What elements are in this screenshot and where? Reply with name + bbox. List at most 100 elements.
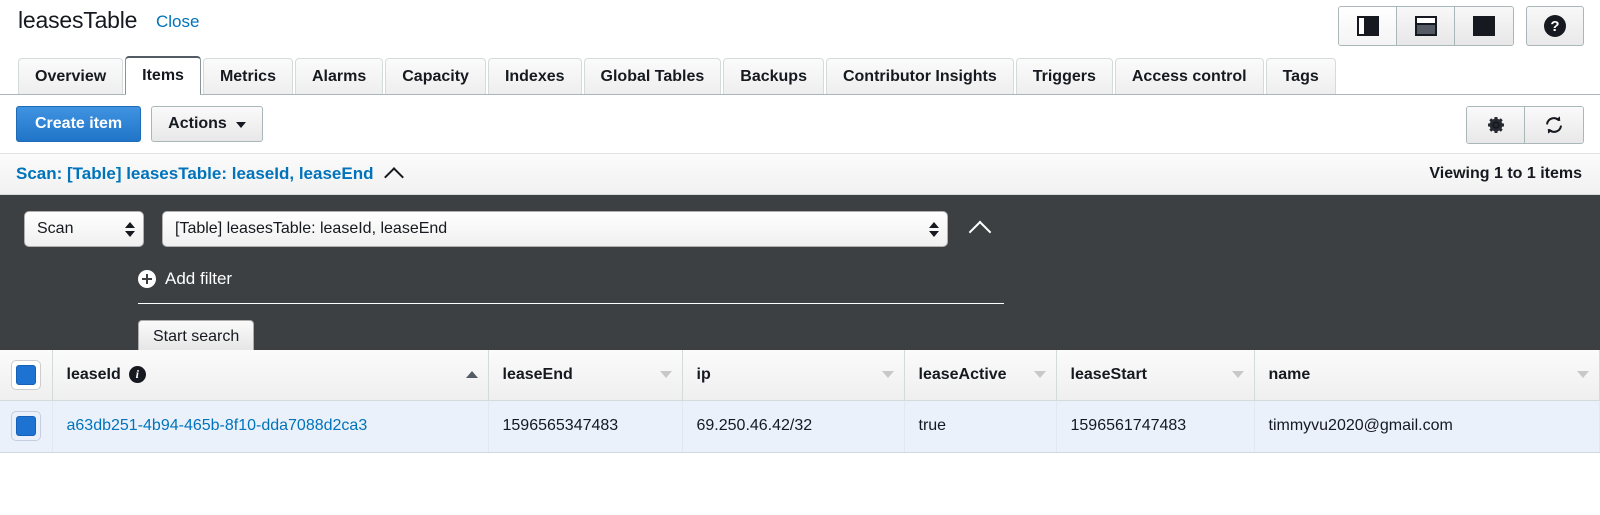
column-header-label: leaseStart — [1070, 365, 1148, 383]
column-header-label: ip — [696, 365, 711, 383]
add-filter-label: Add filter — [165, 269, 233, 288]
header-actions: ? — [1338, 6, 1584, 46]
scan-summary-bar: Scan: [Table] leasesTable: leaseId, leas… — [0, 153, 1600, 195]
operation-select-value: Scan — [37, 220, 74, 237]
sort-none-icon — [659, 371, 672, 379]
tab-label: Global Tables — [600, 67, 705, 85]
column-header-label: leaseEnd — [502, 365, 573, 383]
tab-label: Metrics — [219, 67, 276, 85]
actions-label: Actions — [168, 115, 227, 132]
column-header-leaseend[interactable]: leaseEnd — [488, 350, 683, 401]
tab-access-control[interactable]: Access control — [1114, 58, 1264, 94]
search-controls-row: Scan [Table] leasesTable: leaseId, lease… — [24, 211, 1584, 247]
tab-overview[interactable]: Overview — [18, 58, 124, 94]
help-question-icon: ? — [1544, 15, 1566, 37]
tab-bar: Overview Items Metrics Alarms Capacity I… — [0, 55, 1600, 95]
refresh-button[interactable] — [1525, 107, 1583, 143]
sort-none-icon — [1033, 371, 1046, 379]
column-header-label: leaseActive — [918, 365, 1007, 383]
search-panel-collapse-icon[interactable] — [968, 220, 992, 244]
sort-none-icon — [1577, 371, 1589, 379]
column-header-label: leaseId — [66, 365, 121, 383]
items-toolbar: Create item Actions — [0, 95, 1600, 153]
tab-label: Backups — [740, 67, 807, 85]
sort-none-icon — [881, 371, 894, 379]
search-panel: Scan [Table] leasesTable: leaseId, lease… — [0, 195, 1600, 354]
column-header-leaseid[interactable]: leaseId i — [52, 350, 489, 401]
close-link[interactable]: Close — [156, 12, 199, 32]
tab-label: Items — [142, 67, 184, 84]
row-select-cell — [0, 400, 53, 453]
select-all-checkbox[interactable] — [10, 359, 41, 390]
gear-icon — [1487, 117, 1504, 133]
full-panel-icon — [1473, 16, 1495, 36]
tab-label: Contributor Insights — [842, 67, 997, 85]
tab-label: Capacity — [402, 67, 469, 85]
create-item-button[interactable]: Create item — [16, 106, 142, 142]
cell-leaseactive: true — [904, 400, 1057, 453]
tab-label: Access control — [1131, 67, 1247, 85]
column-header-leasestart[interactable]: leaseStart — [1056, 350, 1255, 401]
table-row[interactable]: a63db251-4b94-465b-8f10-dda7088d2ca3 159… — [0, 400, 1600, 453]
page-title: leasesTable — [18, 7, 138, 33]
item-detail-link[interactable]: a63db251-4b94-465b-8f10-dda7088d2ca3 — [67, 417, 368, 434]
start-search-label: Start search — [153, 328, 240, 345]
toolbar-icon-group — [1466, 106, 1584, 144]
tab-label: Triggers — [1032, 67, 1096, 85]
scan-summary-text[interactable]: Scan: [Table] leasesTable: leaseId, leas… — [16, 164, 373, 184]
stacked-panel-icon — [1414, 16, 1437, 36]
items-table: leaseId i leaseEnd ip leaseActive leaseS… — [0, 350, 1600, 453]
stepper-icon — [125, 221, 135, 237]
split-panel-icon — [1356, 16, 1379, 36]
stepper-icon — [929, 221, 939, 237]
tab-label: Alarms — [311, 67, 367, 85]
cell-leaseid: a63db251-4b94-465b-8f10-dda7088d2ca3 — [52, 400, 489, 453]
sort-ascending-icon — [465, 371, 478, 379]
cell-leaseend: 1596565347483 — [488, 400, 683, 453]
settings-button[interactable] — [1467, 107, 1525, 143]
target-select-value: [Table] leasesTable: leaseId, leaseEnd — [175, 220, 448, 237]
sort-none-icon — [1231, 371, 1244, 379]
filter-divider — [138, 303, 1004, 304]
plus-circle-icon — [138, 270, 156, 288]
row-checkbox[interactable] — [10, 411, 41, 441]
column-header-ip[interactable]: ip — [682, 350, 905, 401]
page-header: leasesTable Close ? — [0, 0, 1600, 55]
column-header-leaseactive[interactable]: leaseActive — [904, 350, 1057, 401]
tab-contributor-insights[interactable]: Contributor Insights — [825, 58, 1014, 94]
tab-label: Overview — [35, 67, 107, 85]
cell-name: timmyvu2020@gmail.com — [1254, 400, 1600, 453]
column-header-label: name — [1268, 365, 1311, 383]
full-panel-layout-button[interactable] — [1455, 7, 1513, 45]
tab-alarms[interactable]: Alarms — [294, 58, 384, 94]
add-filter-button[interactable]: Add filter — [138, 269, 232, 289]
tab-capacity[interactable]: Capacity — [385, 58, 486, 94]
table-header-row: leaseId i leaseEnd ip leaseActive leaseS… — [0, 350, 1600, 401]
tab-label: Tags — [1282, 67, 1319, 85]
select-all-header — [0, 350, 53, 401]
tab-metrics[interactable]: Metrics — [202, 58, 293, 94]
tab-global-tables[interactable]: Global Tables — [583, 58, 722, 94]
chevron-up-icon[interactable] — [384, 166, 405, 187]
tab-items[interactable]: Items — [125, 56, 201, 95]
column-header-name[interactable]: name — [1254, 350, 1600, 401]
chevron-down-icon — [235, 122, 246, 128]
tab-label: Indexes — [504, 67, 565, 85]
cell-leasestart: 1596561747483 — [1056, 400, 1255, 453]
split-panel-layout-button[interactable] — [1339, 7, 1397, 45]
info-icon[interactable]: i — [128, 366, 146, 384]
refresh-icon — [1546, 116, 1562, 134]
actions-button[interactable]: Actions — [151, 106, 263, 142]
tab-indexes[interactable]: Indexes — [487, 58, 582, 94]
stacked-panel-layout-button[interactable] — [1397, 7, 1455, 45]
tab-backups[interactable]: Backups — [723, 58, 824, 94]
create-item-label: Create item — [35, 115, 123, 132]
cell-ip: 69.250.46.42/32 — [682, 400, 905, 453]
help-button[interactable]: ? — [1526, 6, 1584, 46]
tab-triggers[interactable]: Triggers — [1015, 58, 1113, 94]
tab-tags[interactable]: Tags — [1265, 58, 1336, 94]
start-search-button[interactable]: Start search — [138, 320, 255, 354]
target-select[interactable]: [Table] leasesTable: leaseId, leaseEnd — [162, 211, 948, 247]
layout-toggle-group — [1338, 6, 1514, 46]
operation-select[interactable]: Scan — [24, 211, 144, 247]
